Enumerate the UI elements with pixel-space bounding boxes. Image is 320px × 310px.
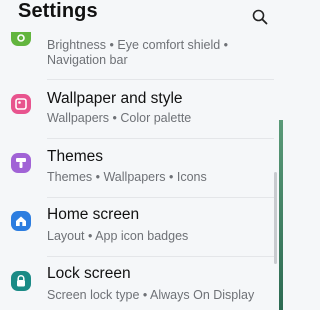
divider: [47, 79, 274, 80]
divider: [47, 256, 274, 257]
lock-icon: [11, 271, 31, 291]
display-summary-line2: Navigation bar: [47, 53, 128, 67]
home-screen-summary: Layout • App icon badges: [47, 229, 189, 243]
settings-item-lock-screen[interactable]: Lock screen Screen lock type • Always On…: [0, 259, 274, 310]
settings-item-home-screen[interactable]: Home screen Layout • App icon badges: [0, 200, 274, 258]
settings-item-wallpaper[interactable]: Wallpaper and style Wallpapers • Color p…: [0, 82, 274, 140]
scrollbar[interactable]: [274, 172, 277, 264]
wallpaper-title: Wallpaper and style: [47, 90, 183, 107]
themes-summary: Themes • Wallpapers • Icons: [47, 170, 207, 184]
settings-screen: Settings Brightness • Eye comfort shield…: [0, 0, 283, 310]
wallpaper-icon: [11, 94, 31, 114]
home-screen-title: Home screen: [47, 206, 140, 223]
display-icon: [11, 32, 31, 46]
app-header: Settings: [0, 0, 283, 30]
themes-title: Themes: [47, 148, 103, 165]
display-summary: Brightness • Eye comfort shield •: [47, 38, 229, 52]
settings-item-display[interactable]: Brightness • Eye comfort shield • Naviga…: [0, 28, 274, 86]
home-icon: [11, 211, 31, 231]
themes-icon: [11, 153, 31, 173]
lock-screen-title: Lock screen: [47, 265, 131, 282]
divider: [47, 138, 274, 139]
lock-screen-summary: Screen lock type • Always On Display: [47, 288, 255, 302]
wallpaper-summary: Wallpapers • Color palette: [47, 111, 192, 125]
search-button[interactable]: [250, 7, 270, 27]
settings-item-themes[interactable]: Themes Themes • Wallpapers • Icons: [0, 141, 274, 199]
page-title: Settings: [18, 0, 98, 22]
search-icon: [252, 9, 268, 25]
screen-edge: [279, 120, 283, 310]
divider: [47, 197, 274, 198]
